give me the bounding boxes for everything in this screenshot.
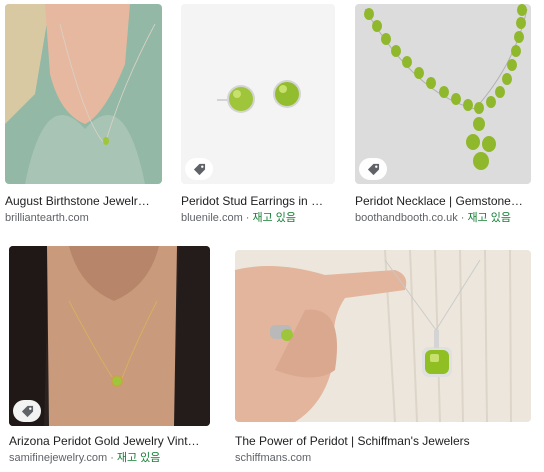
result-stock-2: 재고 있음 [252,212,296,224]
result-image-4[interactable] [9,246,210,426]
result-meta-4: samifinejewelry.com · 재고 있음 [9,451,210,465]
separator-dot: · [460,212,465,224]
result-source-3: boothandbooth.co.uk [355,212,458,224]
result-image-2[interactable] [181,4,335,184]
result-source-5: schiffmans.com [235,452,312,464]
result-image-5[interactable] [235,250,531,422]
result-source-1: brilliantearth.com [5,212,89,224]
result-card-3[interactable]: Peridot Necklace | Gemstone… boothandboo… [355,4,531,226]
result-image-1[interactable] [5,4,162,184]
result-card-2[interactable]: Peridot Stud Earrings in … bluenile.com ·… [181,4,335,226]
result-title-4[interactable]: Arizona Peridot Gold Jewelry Vint… [9,434,210,449]
result-title-3[interactable]: Peridot Necklace | Gemstone… [355,194,531,209]
tag-icon [367,163,379,175]
result-source-2: bluenile.com [181,212,243,224]
result-meta-5: schiffmans.com [235,451,531,465]
tag-icon [21,405,33,417]
result-meta-2: bluenile.com · 재고 있음 [181,211,335,225]
separator-dot: · [245,212,250,224]
result-stock-4: 재고 있음 [116,452,161,464]
result-card-1[interactable]: August Birthstone Jewelr… brilliantearth… [5,4,162,226]
separator-dot: · [110,452,114,464]
result-meta-1: brilliantearth.com [5,211,162,225]
result-title-5[interactable]: The Power of Peridot | Schiffman's Jewel… [235,434,531,449]
result-card-4[interactable]: Arizona Peridot Gold Jewelry Vint… samif… [9,246,210,468]
shopping-tag-badge [185,158,213,180]
tag-icon [193,163,205,175]
result-image-3[interactable] [355,4,531,184]
result-title-1[interactable]: August Birthstone Jewelr… [5,194,162,209]
shopping-tag-badge [13,400,41,422]
result-stock-3: 재고 있음 [467,212,511,224]
result-source-4: samifinejewelry.com [9,452,108,464]
shopping-tag-badge [359,158,387,180]
result-card-5[interactable]: The Power of Peridot | Schiffman's Jewel… [235,250,531,468]
result-meta-3: boothandbooth.co.uk · 재고 있음 [355,211,531,225]
result-title-2[interactable]: Peridot Stud Earrings in … [181,194,335,209]
